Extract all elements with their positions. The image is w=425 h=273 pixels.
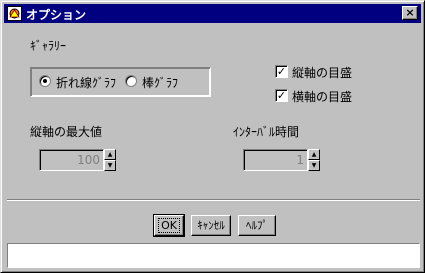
checkmark-icon: ✓ <box>276 89 287 102</box>
help-button[interactable]: ﾍﾙﾌﾟ <box>238 215 276 236</box>
max-value-spinner: ▲ ▼ <box>104 149 116 171</box>
close-button[interactable]: × <box>402 6 418 20</box>
cancel-button[interactable]: ｷｬﾝｾﾙ <box>191 215 231 236</box>
radio-bar-graph[interactable] <box>125 75 137 87</box>
status-bar <box>7 243 420 268</box>
max-value-label: 縦軸の最大値 <box>30 125 103 139</box>
gallery-label: ｷﾞｬﾗﾘｰ <box>30 39 67 53</box>
checkbox-vertical-grid[interactable]: ✓ <box>275 65 288 78</box>
ok-button-label: OK <box>158 218 180 233</box>
checkmark-icon: ✓ <box>276 65 287 78</box>
spin-up-button[interactable]: ▲ <box>308 149 320 160</box>
radio-bar-graph-label[interactable]: 棒ｸﾞﾗﾌ <box>142 74 178 91</box>
app-icon <box>7 6 22 21</box>
ok-button[interactable]: OK <box>153 214 185 237</box>
cancel-button-label: ｷｬﾝｾﾙ <box>197 219 225 232</box>
help-button-label: ﾍﾙﾌﾟ <box>246 219 268 232</box>
arrow-down-icon: ▼ <box>107 162 113 169</box>
spin-down-button[interactable]: ▼ <box>104 160 116 171</box>
max-value-input[interactable]: 100 <box>39 149 104 171</box>
options-dialog: オプション × ｷﾞｬﾗﾘｰ 折れ線ｸﾞﾗﾌ 棒ｸﾞﾗﾌ ✓ 縦軸の目盛 ✓ 横… <box>0 0 425 273</box>
arrow-down-icon: ▼ <box>311 162 317 169</box>
checkbox-horizontal-grid-label[interactable]: 横軸の目盛 <box>292 88 352 105</box>
arrow-up-icon: ▲ <box>311 151 317 158</box>
interval-spinner: ▲ ▼ <box>308 149 320 171</box>
arrow-up-icon: ▲ <box>107 151 113 158</box>
window-title: オプション <box>26 8 87 22</box>
radio-selected-dot <box>43 79 47 83</box>
close-icon: × <box>405 6 415 19</box>
spin-up-button[interactable]: ▲ <box>104 149 116 160</box>
checkbox-vertical-grid-label[interactable]: 縦軸の目盛 <box>292 64 352 81</box>
spin-down-button[interactable]: ▼ <box>308 160 320 171</box>
title-bar[interactable]: オプション × <box>4 4 421 23</box>
radio-line-graph-label[interactable]: 折れ線ｸﾞﾗﾌ <box>56 74 116 91</box>
interval-input[interactable]: 1 <box>243 149 308 171</box>
interval-label: ｲﾝﾀｰﾊﾞﾙ時間 <box>233 125 300 139</box>
radio-line-graph[interactable] <box>39 75 51 87</box>
separator <box>7 199 420 201</box>
checkbox-horizontal-grid[interactable]: ✓ <box>275 89 288 102</box>
